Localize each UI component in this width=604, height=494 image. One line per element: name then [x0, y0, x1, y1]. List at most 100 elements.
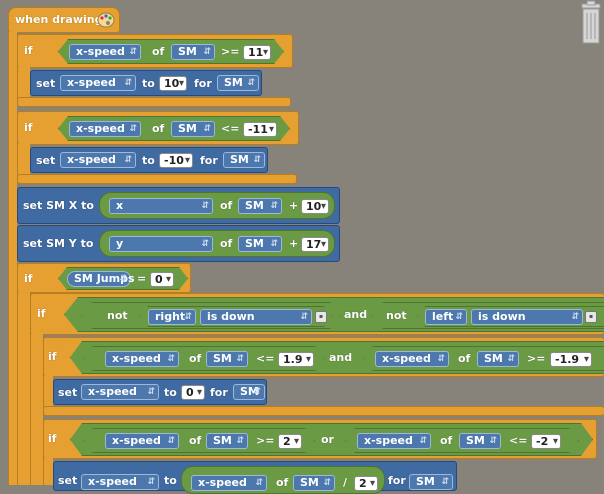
variable-dropdown[interactable]: x-speed: [105, 351, 179, 367]
variable-dropdown[interactable]: x-speed: [81, 474, 159, 490]
value-input[interactable]: 2: [354, 476, 378, 491]
value-input[interactable]: 11: [243, 45, 271, 60]
main-arm: [8, 32, 17, 485]
variable-dropdown[interactable]: x-speed: [69, 44, 141, 60]
set-x-block[interactable]: set SM X to x of SM + 10: [17, 187, 340, 224]
and-condition[interactable]: not right is down ▪ and not left is down…: [64, 297, 604, 332]
value-input[interactable]: -11: [243, 122, 277, 137]
set-block-2[interactable]: set x-speed to -10 for SM: [30, 147, 268, 173]
not-label: not: [386, 309, 407, 322]
compare-condition[interactable]: x-speed of SM >= 2: [83, 428, 315, 453]
if-label: if: [48, 350, 57, 363]
of-label: of: [152, 122, 165, 135]
variable-dropdown[interactable]: x-speed: [357, 433, 431, 449]
sprite-dropdown[interactable]: SM: [233, 384, 265, 400]
is-down-dropdown[interactable]: is down: [471, 309, 583, 325]
variable-dropdown[interactable]: x-speed: [81, 384, 159, 400]
to-label: to: [142, 77, 155, 90]
value-input[interactable]: 2: [278, 434, 302, 449]
value-input[interactable]: -1.9: [550, 352, 592, 367]
value-input[interactable]: -2: [531, 434, 561, 449]
when-drawing-hat[interactable]: when drawing: [8, 7, 120, 33]
trash-can-icon[interactable]: [578, 0, 604, 46]
sprite-dropdown[interactable]: SM: [459, 433, 501, 449]
key-dropdown[interactable]: left: [425, 309, 467, 325]
compare-condition[interactable]: x-speed of SM <= 1.9: [83, 346, 325, 371]
variable-reporter[interactable]: SM Jumps: [67, 271, 131, 287]
set-y-label: set SM Y to: [23, 237, 94, 250]
hat-label: when drawing: [15, 13, 103, 26]
sprite-dropdown[interactable]: SM: [409, 474, 453, 490]
for-label: for: [210, 386, 228, 399]
value-input[interactable]: 1.9: [278, 352, 314, 367]
key-pressed-condition[interactable]: right is down ▪: [140, 306, 332, 327]
value-input[interactable]: 0: [181, 385, 205, 400]
if-block-5[interactable]: if x-speed of SM <= 1.9 and x-speed of S…: [43, 337, 604, 377]
set-y-block[interactable]: set SM Y to y of SM + 17: [17, 225, 340, 262]
variable-dropdown[interactable]: x-speed: [105, 433, 179, 449]
and-condition[interactable]: x-speed of SM <= 1.9 and x-speed of SM >…: [70, 341, 604, 374]
value-input[interactable]: -10: [159, 153, 193, 168]
if-block-4[interactable]: if not right is down ▪ and not left is d…: [30, 293, 604, 335]
not-condition[interactable]: not right is down ▪: [81, 302, 341, 329]
sum-reporter[interactable]: x of SM + 10: [99, 192, 335, 219]
not-condition[interactable]: not left is down ▪: [372, 302, 604, 329]
if-block-3[interactable]: if SM Jumps = 0: [17, 263, 191, 293]
compare-condition[interactable]: x-speed of SM >= -1.9: [363, 346, 604, 371]
sprite-dropdown[interactable]: SM: [223, 152, 265, 168]
if-foot: [17, 97, 291, 107]
if-block-6[interactable]: if x-speed of SM >= 2 or x-speed of SM <…: [43, 419, 597, 459]
sprite-dropdown[interactable]: SM: [171, 121, 215, 137]
set-block-5[interactable]: set x-speed to 0 for SM: [53, 379, 267, 405]
sprite-dropdown[interactable]: SM: [477, 351, 519, 367]
set-label: set: [58, 386, 78, 399]
sprite-dropdown[interactable]: SM: [206, 433, 248, 449]
compare-condition[interactable]: x-speed of SM <= -2: [345, 428, 579, 453]
set-block-1[interactable]: set x-speed to 10 for SM: [30, 70, 262, 96]
condition-hex[interactable]: SM Jumps = 0: [58, 267, 188, 290]
sprite-dropdown[interactable]: SM: [171, 44, 215, 60]
sprite-dropdown[interactable]: SM: [206, 351, 248, 367]
of-label: of: [440, 434, 453, 447]
if-block-2[interactable]: if x-speed of SM <= -11: [17, 111, 299, 145]
divide-reporter[interactable]: x-speed of SM / 2: [181, 466, 385, 494]
variable-dropdown[interactable]: x-speed: [69, 121, 141, 137]
value-input[interactable]: 10: [301, 199, 329, 214]
variable-dropdown[interactable]: x-speed: [191, 475, 267, 491]
plus-label: +: [289, 199, 299, 212]
key-dropdown[interactable]: right: [148, 309, 196, 325]
to-label: to: [142, 154, 155, 167]
is-down-dropdown[interactable]: is down: [200, 309, 312, 325]
checkbox[interactable]: ▪: [315, 311, 327, 323]
property-dropdown[interactable]: y: [109, 236, 213, 252]
value-input[interactable]: 17: [301, 237, 329, 252]
if-arm: [43, 376, 53, 407]
sprite-dropdown[interactable]: SM: [217, 75, 259, 91]
variable-dropdown[interactable]: x-speed: [375, 351, 449, 367]
value-input[interactable]: 0: [150, 272, 174, 287]
sprite-dropdown[interactable]: SM: [293, 475, 335, 491]
if-label: if: [37, 307, 46, 320]
for-label: for: [388, 474, 406, 487]
condition-hex[interactable]: x-speed of SM >= 11: [58, 39, 284, 64]
and-label: and: [329, 351, 353, 364]
variable-dropdown[interactable]: x-speed: [60, 75, 136, 91]
checkbox[interactable]: ▪: [585, 311, 597, 323]
of-label: of: [152, 45, 165, 58]
if-block-1[interactable]: if x-speed of SM >= 11: [17, 34, 293, 68]
condition-hex[interactable]: x-speed of SM <= -11: [58, 116, 290, 141]
operator-label: >=: [256, 434, 275, 447]
key-pressed-condition[interactable]: left is down ▪: [417, 306, 604, 327]
property-dropdown[interactable]: x: [109, 198, 213, 214]
sum-reporter[interactable]: y of SM + 17: [99, 230, 335, 257]
set-block-6[interactable]: set x-speed to x-speed of SM / 2 for SM: [53, 461, 457, 494]
or-label: or: [321, 433, 334, 446]
sprite-dropdown[interactable]: SM: [238, 198, 282, 214]
sprite-dropdown[interactable]: SM: [238, 236, 282, 252]
of-label: of: [189, 352, 202, 365]
value-input[interactable]: 10: [159, 76, 187, 91]
if-arm: [17, 292, 30, 485]
variable-dropdown[interactable]: x-speed: [60, 152, 136, 168]
or-condition[interactable]: x-speed of SM >= 2 or x-speed of SM <= -…: [70, 423, 593, 456]
if-label: if: [24, 121, 33, 134]
